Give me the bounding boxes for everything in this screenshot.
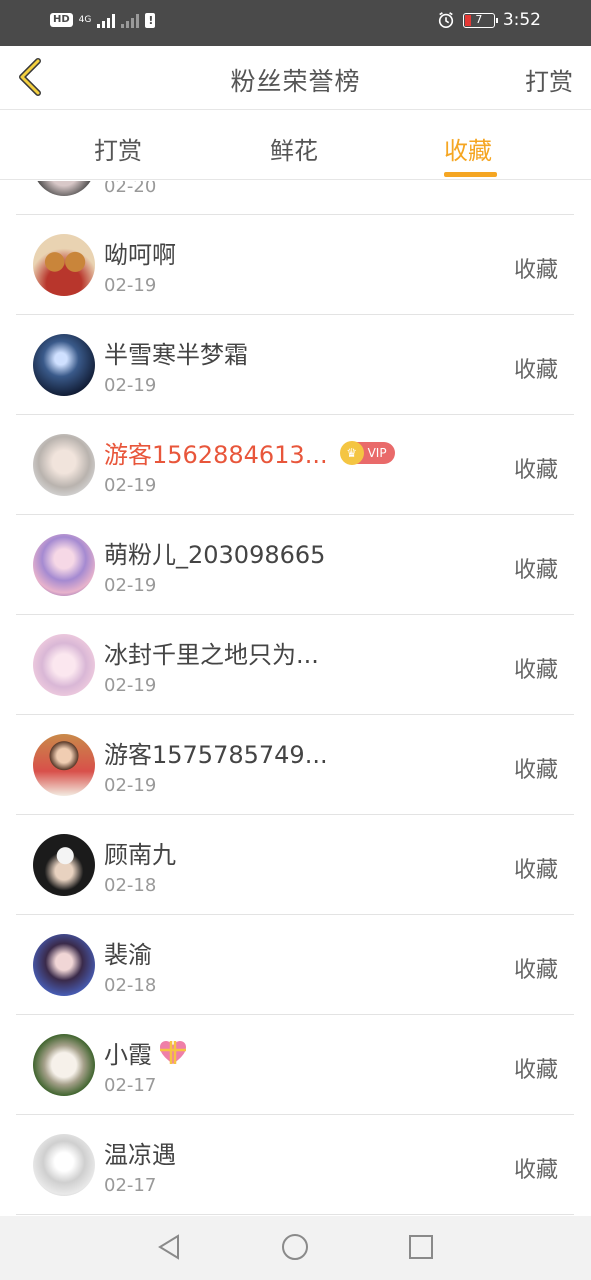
- list-item-date: 02-19: [104, 275, 157, 296]
- nav-home-icon[interactable]: [280, 1232, 310, 1262]
- clock: 3:52: [502, 10, 541, 30]
- active-tab-indicator: [444, 172, 497, 177]
- avatar: [33, 1034, 95, 1096]
- avatar: [33, 934, 95, 996]
- battery-level: 7: [475, 12, 483, 26]
- list-item-action: 收藏: [513, 558, 558, 583]
- list-item-date: 02-19: [104, 475, 157, 496]
- list-item-date: 02-19: [104, 775, 157, 796]
- avatar: [33, 834, 95, 896]
- status-bar: HD 4G 7 3:52: [0, 0, 591, 46]
- sim-alert-icon: [145, 12, 156, 28]
- system-nav-bar: [0, 1216, 591, 1280]
- heart-gift-icon: [160, 1040, 186, 1064]
- vip-label: VIP: [367, 445, 387, 460]
- list-item-action: 收藏: [513, 358, 558, 383]
- list-item-partial[interactable]: 02-20: [16, 181, 574, 215]
- list-item-date: 02-18: [104, 875, 157, 896]
- list-item-date: 02-19: [104, 575, 157, 596]
- user-name: 半雪寒半梦霜: [104, 341, 248, 369]
- list-item-action: 收藏: [513, 758, 558, 783]
- signal-2-icon: [121, 12, 140, 28]
- list-item-action: 收藏: [513, 658, 558, 683]
- list-item-name: 萌粉儿_203098665: [104, 535, 325, 570]
- list-item[interactable]: 呦呵啊 02-19 收藏: [16, 215, 574, 315]
- network-type: 4G: [78, 14, 92, 25]
- avatar: [33, 434, 95, 496]
- tab-flowers[interactable]: 鲜花: [270, 131, 318, 166]
- list-item[interactable]: 半雪寒半梦霜 02-19 收藏: [16, 315, 574, 415]
- user-name: 冰封千里之地只为...: [104, 641, 319, 669]
- tab-reward[interactable]: 打赏: [94, 131, 142, 166]
- list-item-name: 游客1562884613... ♛ VIP: [104, 435, 395, 470]
- list-item-action: 收藏: [513, 858, 558, 883]
- list-item[interactable]: 裴渝 02-18 收藏: [16, 915, 574, 1015]
- list-item[interactable]: 萌粉儿_203098665 02-19 收藏: [16, 515, 574, 615]
- list-item-action: 收藏: [513, 1058, 558, 1083]
- list-item-action: 收藏: [513, 1158, 558, 1183]
- avatar: [33, 1134, 95, 1196]
- user-name: 游客1562884613...: [104, 441, 328, 469]
- list-item-name: 顾南九: [104, 835, 176, 870]
- list-item-action: 收藏: [513, 958, 558, 983]
- user-name: 裴渝: [104, 941, 152, 969]
- avatar: [33, 534, 95, 596]
- list-item-date: 02-17: [104, 1075, 157, 1096]
- nav-recents-icon[interactable]: [406, 1232, 436, 1262]
- list-item-date: 02-17: [104, 1175, 157, 1196]
- list-item[interactable]: 小霞 02-17 收藏: [16, 1015, 574, 1115]
- alarm-icon: [438, 12, 453, 29]
- user-name: 顾南九: [104, 841, 176, 869]
- list-item-action: 收藏: [513, 258, 558, 283]
- list-item-name: 裴渝: [104, 935, 152, 970]
- user-name: 温凉遇: [104, 1141, 176, 1169]
- tab-bar: 打赏 鲜花 收藏: [0, 111, 591, 180]
- list-item[interactable]: 冰封千里之地只为... 02-19 收藏: [16, 615, 574, 715]
- status-left: HD 4G: [50, 12, 156, 28]
- user-name: 小霞: [104, 1041, 152, 1069]
- vip-crown-icon: ♛: [339, 440, 364, 465]
- list-item-name: 温凉遇: [104, 1135, 176, 1170]
- list-item[interactable]: 游客1562884613... ♛ VIP 02-19 收藏: [16, 415, 574, 515]
- list-item-action: 收藏: [513, 458, 558, 483]
- avatar: [33, 181, 95, 196]
- list-item-name: 呦呵啊: [104, 235, 176, 270]
- fan-list[interactable]: 02-20 呦呵啊 02-19 收藏 半雪寒半梦霜 02-19 收藏 游客156…: [0, 181, 591, 1216]
- tab-favorites[interactable]: 收藏: [444, 131, 492, 166]
- signal-icon: [97, 12, 116, 28]
- nav-back-icon[interactable]: [154, 1232, 184, 1262]
- avatar: [33, 334, 95, 396]
- list-item-name: 游客1575785749...: [104, 735, 328, 770]
- list-item-date: 02-19: [104, 675, 157, 696]
- reward-button[interactable]: 打赏: [525, 62, 573, 97]
- list-item[interactable]: 顾南九 02-18 收藏: [16, 815, 574, 915]
- list-item-name: 半雪寒半梦霜: [104, 335, 248, 370]
- hd-icon: HD: [50, 13, 73, 27]
- list-item-date: 02-18: [104, 975, 157, 996]
- avatar: [33, 734, 95, 796]
- list-item-name: 冰封千里之地只为...: [104, 635, 319, 670]
- battery-icon: 7: [462, 12, 498, 28]
- list-item-name: 小霞: [104, 1035, 188, 1070]
- user-name: 游客1575785749...: [104, 741, 328, 769]
- list-item-date: 02-20: [104, 181, 157, 197]
- list-item[interactable]: 温凉遇 02-17 收藏: [16, 1115, 574, 1215]
- avatar: [33, 234, 95, 296]
- list-item-date: 02-19: [104, 375, 157, 396]
- user-name: 呦呵啊: [104, 241, 176, 269]
- user-name: 萌粉儿_203098665: [104, 541, 326, 569]
- vip-badge: ♛ VIP: [339, 440, 395, 465]
- page-title: 粉丝荣誉榜: [230, 67, 361, 96]
- avatar: [33, 634, 95, 696]
- header: 粉丝荣誉榜 打赏: [0, 46, 591, 110]
- list-item[interactable]: 游客1575785749... 02-19 收藏: [16, 715, 574, 815]
- status-right: 7 3:52: [437, 10, 541, 30]
